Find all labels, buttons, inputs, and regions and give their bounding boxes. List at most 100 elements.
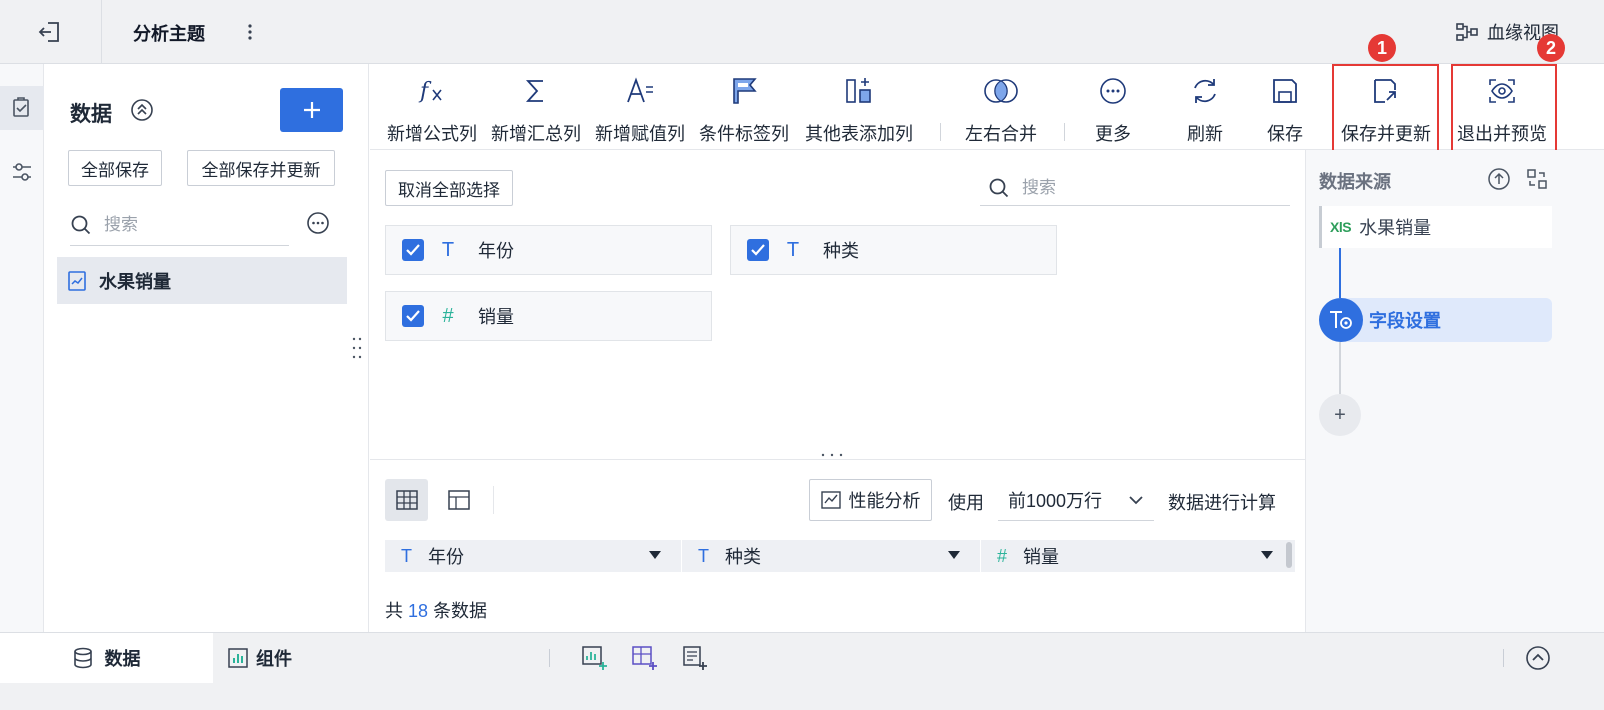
- divider: [549, 649, 550, 667]
- condition-tag-column-button[interactable]: 条件标签列: [697, 64, 791, 150]
- deselect-all-button[interactable]: 取消全部选择: [385, 170, 513, 206]
- column-header[interactable]: # 销量: [981, 540, 1281, 572]
- field-settings-icon: [1319, 298, 1363, 342]
- save-all-button[interactable]: 全部保存: [68, 150, 162, 186]
- text-type-icon: T: [401, 545, 412, 566]
- row-limit-value: 前1000万行: [1008, 490, 1103, 511]
- list-item[interactable]: 水果销量: [57, 257, 347, 304]
- data-source-panel: 数据来源 XlS 水果销量 字段设置 +: [1305, 150, 1604, 647]
- add-data-button[interactable]: [280, 88, 343, 132]
- add-step-button[interactable]: +: [1319, 394, 1361, 436]
- calc-label: 数据进行计算: [1168, 493, 1276, 513]
- switch-source-icon[interactable]: [1525, 167, 1549, 191]
- step-badge: 1: [1368, 34, 1396, 62]
- page-title: 分析主题: [133, 24, 205, 44]
- merge-left-right-button[interactable]: 左右合并: [958, 64, 1044, 150]
- toolbar-label: 条件标签列: [699, 124, 789, 144]
- upload-icon[interactable]: [1487, 167, 1511, 191]
- add-formula-column-button[interactable]: f 新增公式列: [385, 64, 479, 150]
- save-all-update-button[interactable]: 全部保存并更新: [187, 150, 335, 186]
- row-limit-select[interactable]: 前1000万行: [998, 479, 1154, 521]
- data-nav-icon[interactable]: [0, 86, 44, 130]
- vertical-resize-handle[interactable]: [351, 336, 363, 360]
- field-selection-area: 取消全部选择 T 年份 T 种类 # 销量: [370, 150, 1305, 459]
- source-title: 数据来源: [1319, 172, 1391, 192]
- assign-icon: [625, 76, 655, 106]
- checkbox-checked[interactable]: [402, 239, 424, 261]
- analysis-icon: [820, 491, 841, 509]
- number-type-icon: #: [997, 545, 1008, 566]
- flow-connector: [1339, 248, 1341, 304]
- field-settings-step[interactable]: 字段设置: [1319, 298, 1552, 342]
- more-button[interactable]: 更多: [1088, 64, 1138, 150]
- search-input[interactable]: [104, 214, 254, 235]
- svg-text:f: f: [418, 79, 432, 104]
- row-count-number: 18: [408, 601, 429, 621]
- refresh-button[interactable]: 刷新: [1180, 64, 1230, 150]
- field-card[interactable]: T 年份: [385, 225, 712, 275]
- more-vertical-icon[interactable]: [246, 21, 254, 43]
- sort-dropdown-icon[interactable]: [1261, 551, 1273, 559]
- grid-view-icon[interactable]: [385, 479, 428, 521]
- collapse-up-icon[interactable]: [130, 98, 154, 122]
- tab-data[interactable]: 数据: [0, 633, 213, 683]
- add-report-icon[interactable]: [681, 644, 709, 672]
- column-name: 销量: [1023, 547, 1060, 567]
- sort-dropdown-icon[interactable]: [649, 551, 661, 559]
- number-type-icon: #: [442, 304, 454, 327]
- use-label: 使用: [948, 493, 984, 513]
- add-assign-column-button[interactable]: 新增赋值列: [593, 64, 687, 150]
- source-table-item[interactable]: XlS 水果销量: [1319, 206, 1552, 248]
- database-icon: [73, 647, 93, 669]
- sum-icon: [521, 76, 551, 106]
- field-card[interactable]: # 销量: [385, 291, 712, 341]
- toolbar-label: 新增汇总列: [491, 124, 581, 144]
- merge-icon: [983, 76, 1019, 106]
- more-options-icon[interactable]: [306, 211, 330, 235]
- row-count: 共 18 条数据: [385, 597, 487, 623]
- exit-icon[interactable]: [36, 20, 64, 44]
- checkbox-checked[interactable]: [402, 305, 424, 327]
- performance-analysis-button[interactable]: 性能分析: [809, 479, 932, 521]
- add-pivot-icon[interactable]: [631, 644, 659, 672]
- toolbar-label: 刷新: [1187, 124, 1223, 144]
- tab-label: 数据: [104, 649, 141, 669]
- field-name: 销量: [478, 307, 514, 327]
- text-type-icon: T: [698, 545, 709, 566]
- preview-table-header: T 年份 T 种类 # 销量: [385, 540, 1295, 572]
- toolbar-label: 新增赋值列: [595, 124, 685, 144]
- plus-icon: [303, 102, 320, 118]
- toolbar-label: 左右合并: [965, 124, 1037, 144]
- add-column-from-table-button[interactable]: 其他表添加列: [801, 64, 917, 150]
- layout-view-icon[interactable]: [437, 479, 480, 521]
- add-summary-column-button[interactable]: 新增汇总列: [489, 64, 583, 150]
- bar-chart-icon: [228, 648, 248, 668]
- excel-icon: XlS: [1330, 219, 1352, 235]
- flow-connector: [1339, 342, 1341, 394]
- text-type-icon: T: [441, 238, 455, 261]
- chart-table-icon: [67, 270, 87, 292]
- column-name: 种类: [725, 547, 761, 567]
- left-rail: [0, 64, 44, 647]
- divider: [101, 0, 102, 64]
- chevron-down-icon: [1128, 495, 1144, 505]
- field-card[interactable]: T 种类: [730, 225, 1057, 275]
- lineage-icon: [1455, 21, 1479, 43]
- step-label: 字段设置: [1369, 311, 1441, 331]
- checkbox-checked[interactable]: [747, 239, 769, 261]
- settings-nav-icon[interactable]: [0, 150, 44, 194]
- tab-label: 组件: [256, 649, 292, 669]
- text-type-icon: T: [786, 238, 800, 261]
- save-button[interactable]: 保存: [1260, 64, 1310, 150]
- add-table-icon[interactable]: [581, 644, 609, 672]
- column-header[interactable]: T 年份: [385, 540, 681, 572]
- tab-component[interactable]: 组件: [228, 633, 292, 683]
- column-header[interactable]: T 种类: [682, 540, 980, 572]
- scrollbar[interactable]: [1286, 542, 1292, 568]
- chevron-up-icon[interactable]: [1524, 644, 1552, 672]
- panel-search: [70, 204, 289, 246]
- toolbar-divider: [1064, 123, 1065, 141]
- field-search-input[interactable]: [1022, 177, 1272, 198]
- flag-icon: [729, 76, 759, 106]
- sort-dropdown-icon[interactable]: [948, 551, 960, 559]
